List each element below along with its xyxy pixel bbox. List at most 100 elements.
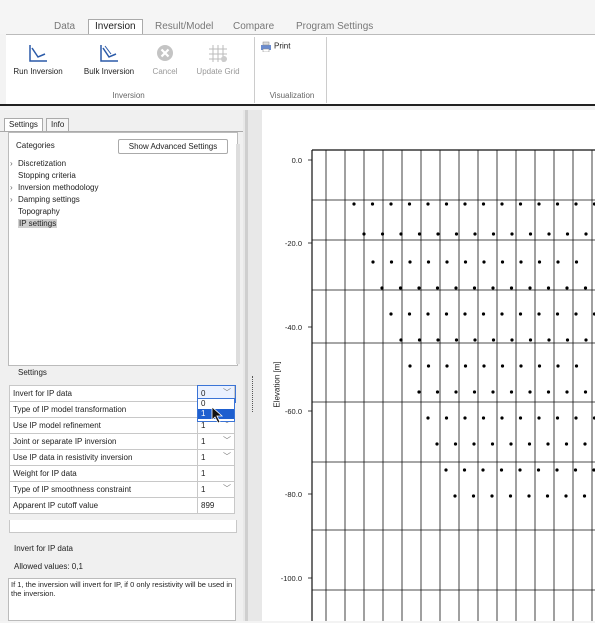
tree-item-ip-settings[interactable]: IP settings (10, 219, 58, 228)
tab-settings[interactable]: Settings (4, 118, 43, 132)
chevron-down-icon[interactable]: ﹀ (223, 435, 231, 446)
setting-name: Weight for IP data (9, 465, 198, 482)
table-row[interactable]: Weight for IP data 1 (9, 465, 235, 482)
cancel-button[interactable]: Cancel (148, 43, 182, 76)
setting-name: Type of IP model transformation (9, 401, 198, 418)
table-row[interactable]: Use IP data in resistivity inversion 1 ﹀ (9, 449, 235, 466)
mesh-point (509, 442, 513, 446)
mesh-point (408, 364, 412, 368)
mesh-point (545, 494, 550, 498)
table-row[interactable]: Apparent IP cutoff value 899 (9, 497, 235, 514)
mesh-point (426, 202, 430, 206)
update-grid-button[interactable]: Update Grid (192, 43, 244, 76)
setting-name: Use IP model refinement (9, 417, 198, 434)
bulk-inversion-icon (100, 45, 118, 62)
mesh-point (481, 468, 485, 472)
mesh-point (519, 364, 523, 368)
mesh-plot-svg[interactable]: 0.0 -20.0 -40.0 -60.0 -80.0 -100.0 (262, 110, 595, 621)
tree-item-damping-settings[interactable]: › Damping settings (10, 195, 80, 204)
run-inversion-icon (29, 45, 47, 62)
mesh-point (444, 312, 449, 316)
setting-value[interactable]: 899 (197, 497, 235, 514)
mesh-point (398, 286, 403, 290)
mesh-point (417, 286, 421, 290)
chevron-down-icon[interactable]: ﹀ (223, 451, 231, 462)
chevron-down-icon[interactable]: ﹀ (223, 483, 231, 494)
y-tick-label: -40.0 (285, 323, 302, 332)
tree-item-topography[interactable]: Topography (10, 207, 60, 216)
mesh-point (408, 260, 412, 264)
tree-item-inversion-methodology[interactable]: › Inversion methodology (10, 183, 99, 192)
setting-value-select[interactable]: 1 ﹀ (197, 481, 235, 498)
mesh-point (499, 468, 504, 472)
tree-item-stopping-criteria[interactable]: Stopping criteria (10, 171, 76, 180)
mesh-point (454, 286, 458, 290)
tree-item-discretization[interactable]: › Discretization (10, 159, 66, 168)
setting-name: Type of IP smoothness constraint (9, 481, 198, 498)
mesh-point (565, 390, 569, 394)
categories-scrollbar[interactable] (236, 144, 240, 364)
mesh-point (472, 442, 476, 446)
mesh-point (444, 416, 449, 420)
table-row[interactable]: Type of IP smoothness constraint 1 ﹀ (9, 481, 235, 498)
mesh-point (473, 338, 477, 342)
mesh-point (399, 338, 403, 342)
update-grid-icon (209, 45, 227, 62)
panel-splitter[interactable] (243, 110, 262, 621)
mesh-point (584, 338, 588, 342)
mesh-point (435, 390, 440, 394)
mesh-point (547, 338, 551, 342)
table-row[interactable]: Joint or separate IP inversion 1 ﹀ (9, 433, 235, 450)
mesh-point (407, 312, 412, 316)
cancel-icon (157, 45, 173, 61)
mesh-point (519, 260, 523, 264)
y-tick-label: -100.0 (281, 574, 302, 583)
visualization-group-label: Visualization (269, 91, 315, 100)
mesh-point (463, 312, 467, 316)
chevron-right-icon[interactable]: › (10, 195, 18, 204)
mesh-point (417, 338, 422, 342)
y-tick-label: -60.0 (285, 407, 302, 416)
setting-value-select[interactable]: 1 ﹀ (197, 433, 235, 450)
mesh-point (518, 416, 523, 420)
mesh-point (471, 494, 476, 498)
print-button[interactable]: Print (260, 41, 300, 52)
mesh-point (574, 364, 579, 368)
mesh-point (426, 260, 431, 264)
mesh-point (454, 232, 459, 236)
tab-data[interactable]: Data (54, 20, 75, 34)
tab-program-settings[interactable]: Program Settings (296, 20, 373, 34)
mesh-point (481, 202, 486, 206)
mesh-point (564, 494, 568, 498)
ribbon-group-separator (326, 37, 327, 103)
mesh-point (472, 390, 477, 394)
setting-value-select[interactable]: 1 ﹀ (197, 449, 235, 466)
chevron-down-icon[interactable]: ﹀ (223, 387, 231, 398)
mesh-point (583, 442, 587, 446)
show-advanced-settings-button[interactable]: Show Advanced Settings (118, 139, 228, 154)
tab-info[interactable]: Info (46, 118, 70, 132)
mesh-point (582, 494, 587, 498)
mesh-point (389, 312, 393, 316)
mesh-point (527, 494, 531, 498)
mesh-point (555, 416, 560, 420)
mesh-point (565, 338, 570, 342)
setting-value[interactable]: 1 (197, 465, 235, 482)
tab-compare[interactable]: Compare (233, 20, 274, 34)
mesh-point (389, 260, 394, 264)
ribbon-group-separator (254, 37, 255, 103)
bulk-inversion-button[interactable]: Bulk Inversion (78, 43, 140, 76)
chevron-right-icon[interactable]: › (10, 159, 18, 168)
mesh-point (362, 232, 366, 236)
tab-result-model[interactable]: Result/Model (155, 20, 213, 34)
mesh-point (527, 442, 532, 446)
mesh-point (371, 260, 375, 264)
chevron-right-icon[interactable]: › (10, 183, 18, 192)
mesh-point (463, 260, 468, 264)
splitter-grip[interactable] (252, 376, 254, 412)
mesh-point (536, 468, 541, 472)
mesh-point (555, 468, 559, 472)
mesh-point (490, 442, 495, 446)
tab-inversion[interactable]: Inversion (88, 19, 143, 34)
run-inversion-button[interactable]: Run Inversion (12, 43, 64, 76)
